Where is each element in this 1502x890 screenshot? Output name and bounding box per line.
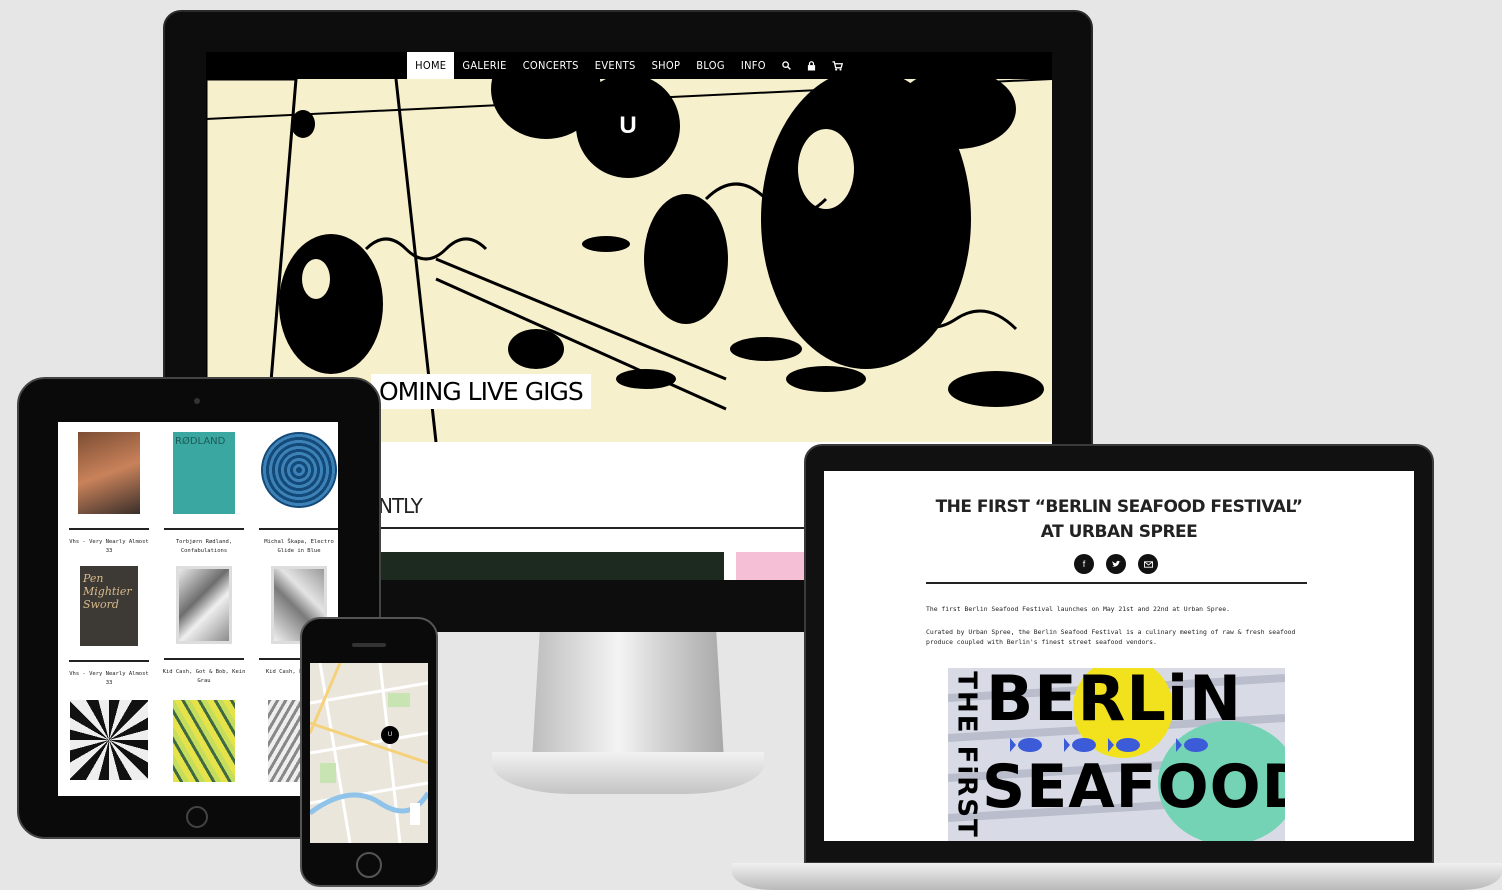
item-caption: Vhs - Very Nearly Almost 33 [69, 671, 149, 686]
nav-concerts[interactable]: CONCERTS [515, 52, 587, 79]
speaker-icon [352, 643, 386, 647]
item-caption: Torbjørn Rødland, Confabulations [175, 539, 233, 554]
lock-icon[interactable] [799, 52, 824, 79]
item-divider [259, 528, 338, 530]
post-paragraph: The first Berlin Seafood Festival launch… [926, 605, 1230, 613]
gallery-item[interactable]: Pen Mightier Sword Vhs - Very Nearly Alm… [64, 566, 154, 700]
macbook-screen: THE FIRST “BERLIN SEAFOOD FESTIVAL” AT U… [824, 471, 1414, 841]
post-paragraph: Curated by Urban Spree, the Berlin Seafo… [926, 628, 1296, 646]
artwork-thumbnail[interactable]: RØDLAND [173, 432, 235, 514]
share-buttons: f [1074, 554, 1158, 574]
item-caption: Kid Cash, Got & Bob, Kein Grau [162, 669, 246, 684]
facebook-icon[interactable]: f [1074, 554, 1094, 574]
item-divider [69, 528, 149, 530]
home-button[interactable] [356, 852, 382, 878]
artwork-thumbnail[interactable]: Pen Mightier Sword [80, 566, 138, 646]
search-icon[interactable] [774, 52, 799, 79]
home-button[interactable] [186, 806, 208, 828]
artwork-thumbnail[interactable] [78, 432, 140, 514]
item-divider [164, 658, 244, 660]
poster-word-seafood: SEAFOOD [982, 752, 1285, 822]
artwork-thumbnail[interactable] [70, 700, 148, 780]
macbook-base [732, 863, 1502, 890]
mail-icon[interactable] [1138, 554, 1158, 574]
item-caption: Michal Škapa, Electro Glide in Blue [264, 539, 334, 554]
recent-thumbnail[interactable] [378, 552, 724, 580]
nav-blog[interactable]: BLOG [688, 52, 733, 79]
gallery-item[interactable]: Kid Cash, Got & Bob, Kein Grau [159, 566, 249, 700]
poster-word-berlin: BERLiN [986, 668, 1242, 735]
site-logo[interactable]: U [576, 74, 680, 178]
gallery-grid: Vhs - Very Nearly Almost 33 RØDLAND Torb… [58, 422, 338, 796]
section-title-recently: NTLY [378, 494, 423, 518]
nav-shop[interactable]: SHOP [644, 52, 689, 79]
gallery-item[interactable]: Michal Škapa, Electro Glide in Blue [254, 432, 338, 566]
map-pin-icon[interactable]: U [381, 726, 399, 744]
gallery-item[interactable]: RØDLAND Torbjørn Rødland, Confabulations [159, 432, 249, 566]
festival-poster: THE FiRST BERLiN SEAFOOD [948, 668, 1285, 841]
map-view[interactable] [310, 663, 428, 843]
nav-galerie[interactable]: GALERIE [454, 52, 514, 79]
section-title-live-gigs: OMING LIVE GIGS [371, 374, 591, 409]
item-divider [164, 528, 244, 530]
ipad-screen: Vhs - Very Nearly Almost 33 RØDLAND Torb… [58, 422, 338, 796]
post-title: THE FIRST “BERLIN SEAFOOD FESTIVAL” AT U… [935, 497, 1303, 542]
gallery-item[interactable] [64, 700, 154, 796]
imac-stand [532, 632, 724, 760]
artwork-thumbnail[interactable] [173, 700, 235, 782]
iphone-map-screen: U [310, 663, 428, 843]
artwork-thumbnail[interactable] [261, 432, 337, 508]
gallery-item[interactable] [159, 700, 249, 796]
nav-home[interactable]: HOME [407, 52, 455, 79]
item-caption: Vhs - Very Nearly Almost 33 [69, 539, 149, 554]
fish-icon [1010, 738, 1208, 752]
cart-icon[interactable] [824, 52, 851, 79]
gallery-item[interactable]: Vhs - Very Nearly Almost 33 [64, 432, 154, 566]
poster-side-text: THE FiRST [952, 670, 982, 839]
camera-icon [194, 398, 200, 404]
twitter-icon[interactable] [1106, 554, 1126, 574]
artwork-thumbnail[interactable] [176, 566, 232, 644]
post-divider [926, 582, 1307, 584]
imac-stand-foot [492, 752, 764, 794]
nav-info[interactable]: INFO [733, 52, 774, 79]
item-divider [69, 660, 149, 662]
